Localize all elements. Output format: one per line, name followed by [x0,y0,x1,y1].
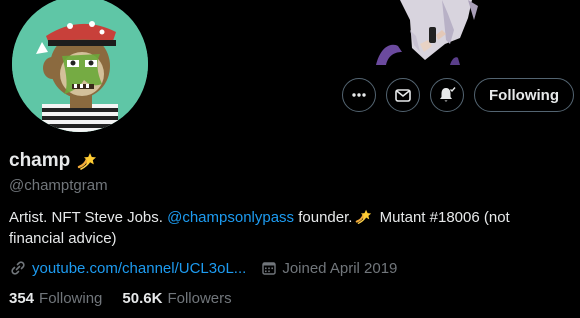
message-button[interactable] [386,78,420,112]
bio-mention-link[interactable]: @champsonlypass [167,209,294,226]
followers-label: Followers [167,290,232,307]
following-button[interactable]: Following [474,78,574,112]
following-count: 354 [9,290,35,307]
handle: @champtgram [9,177,108,194]
follow-stats: 354 Following 50.6K Followers [9,290,232,307]
profile-meta: youtube.com/channel/UCL3oL... Joined Apr… [9,259,397,277]
calendar-icon [260,259,278,277]
avatar-image [12,0,148,132]
bio-text: founder. [294,209,353,226]
following-stat[interactable]: 354 Following [9,290,102,307]
profile-website-link[interactable]: youtube.com/channel/UCL3oL... [32,260,246,277]
shooting-star-emoji [78,153,97,170]
link-icon [9,259,27,277]
joined-date: Joined April 2019 [282,259,398,277]
more-dots-icon [352,93,366,97]
following-label: Following [39,290,103,307]
notifications-button[interactable] [430,78,464,112]
followers-count: 50.6K [122,290,163,307]
more-button[interactable] [342,78,376,112]
avatar[interactable] [8,0,152,136]
profile-page: Following champ @champtgram Artist. NFT … [0,0,580,318]
banner-image [376,0,580,65]
bell-check-icon [440,87,456,102]
bio: Artist. NFT Steve Jobs. @champsonlypass … [9,207,549,249]
followers-stat[interactable]: 50.6K Followers [122,290,231,307]
bio-text: Artist. NFT Steve Jobs. [9,209,168,226]
envelope-icon [395,89,411,102]
shooting-star-emoji [356,209,372,224]
display-name: champ [9,150,71,171]
display-name-row: champ [9,150,97,172]
